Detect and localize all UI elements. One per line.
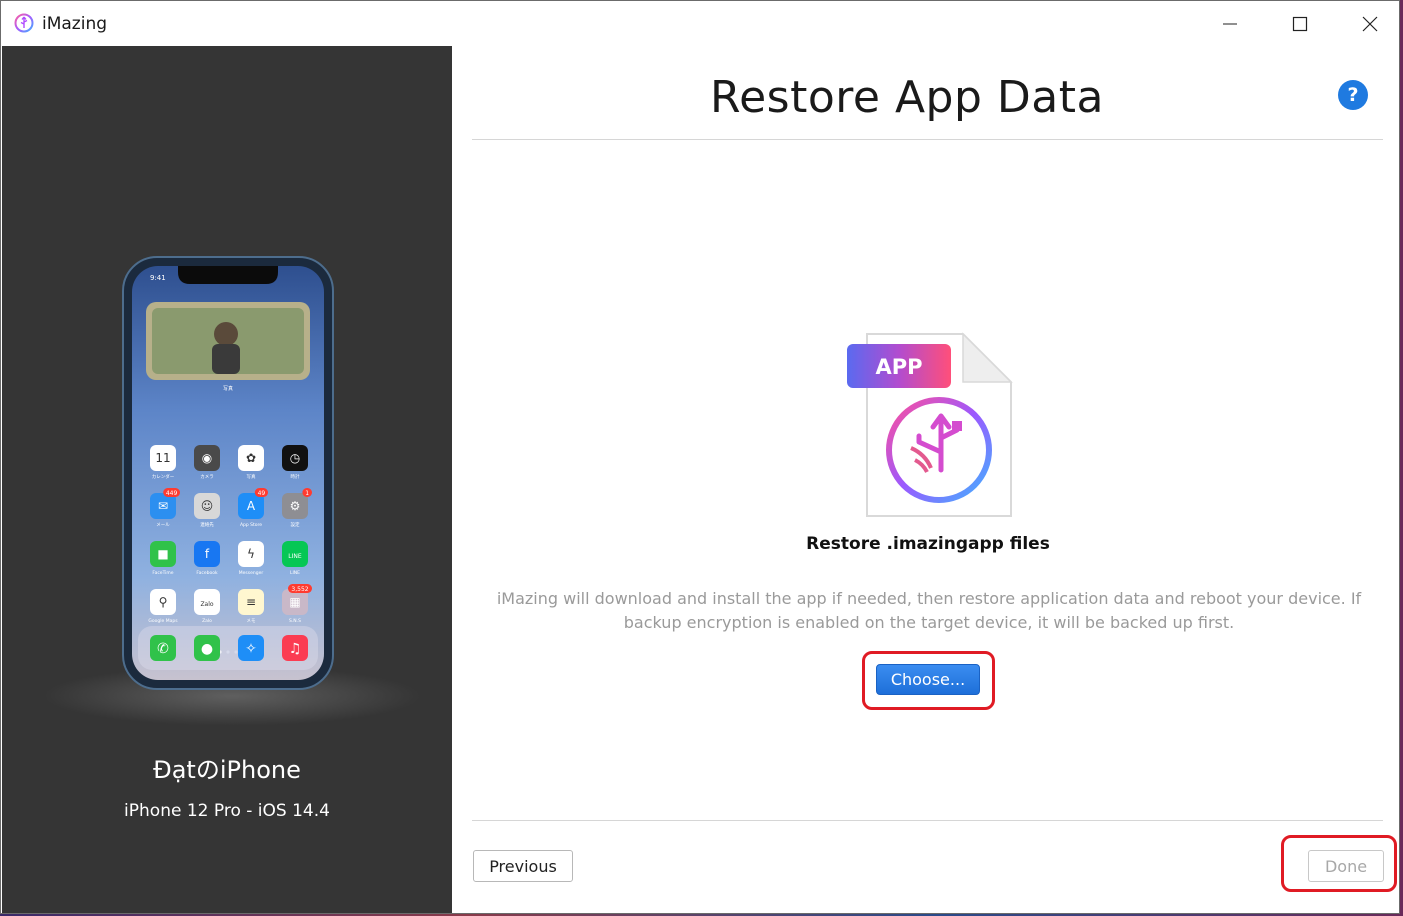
- svg-text:Zalo: Zalo: [200, 601, 213, 608]
- svg-text:▦: ▦: [289, 595, 300, 609]
- page-title: Restore App Data: [710, 72, 1104, 123]
- footer-divider: [472, 820, 1383, 821]
- app-label: LINE: [290, 570, 300, 576]
- app-label: カレンダー: [152, 473, 175, 480]
- help-button[interactable]: ?: [1338, 80, 1368, 110]
- maximize-icon: [1292, 16, 1308, 31]
- svg-text:■: ■: [157, 547, 168, 561]
- svg-text:⚙: ⚙: [290, 499, 301, 513]
- close-button[interactable]: [1335, 1, 1403, 46]
- maximize-button[interactable]: [1265, 1, 1335, 46]
- svg-text:✧: ✧: [245, 641, 257, 657]
- badge-count: 449: [166, 490, 178, 497]
- restore-description: iMazing will download and install the ap…: [496, 589, 1362, 632]
- previous-button[interactable]: Previous: [473, 850, 573, 882]
- svg-text:☺: ☺: [201, 499, 214, 513]
- main-panel: Restore App Data ? APP Restore .imazinga…: [452, 46, 1399, 913]
- svg-text:♫: ♫: [289, 641, 302, 657]
- svg-text:✿: ✿: [246, 451, 256, 465]
- header-divider: [472, 139, 1383, 140]
- app-label: 設定: [291, 521, 300, 528]
- svg-text:11: 11: [155, 451, 170, 465]
- svg-text:⚲: ⚲: [159, 595, 168, 609]
- file-tag-label: APP: [875, 355, 922, 379]
- app-label: 連絡先: [200, 521, 214, 528]
- music-icon: ♫: [282, 635, 308, 661]
- app-label: FaceTime: [152, 570, 173, 576]
- svg-text:◉: ◉: [202, 451, 212, 465]
- app-label: Zalo: [202, 618, 212, 624]
- badge-count: 1: [305, 490, 309, 497]
- close-icon: [1362, 16, 1378, 31]
- svg-text:A: A: [247, 499, 256, 513]
- svg-text:ϟ: ϟ: [247, 547, 255, 561]
- app-label: S.N.S: [289, 618, 301, 624]
- minimize-icon: [1223, 23, 1237, 24]
- badge-count: 49: [258, 490, 266, 497]
- app-label: App Store: [240, 522, 262, 528]
- safari-icon: ✧: [238, 635, 264, 661]
- status-time: 9:41: [150, 274, 166, 282]
- facebook-icon: fFacebook: [194, 541, 220, 576]
- svg-text:✆: ✆: [157, 641, 169, 657]
- device-image: 9:41 写真 11 カレンダー ◉ カメラ ✿ 写真 ◷ 時計 ✉ メール 449 ☺ 連絡先 A App…: [122, 256, 334, 690]
- app-label: 時計: [291, 473, 300, 480]
- title-bar: iMazing: [1, 1, 1399, 46]
- app-label: Messenger: [239, 570, 264, 576]
- calendar-icon: 11 カレンダー: [150, 445, 176, 480]
- app-label: Google Maps: [148, 618, 178, 624]
- imazing-logo-icon: [14, 13, 34, 33]
- app-label: メール: [156, 523, 170, 528]
- svg-text:≡: ≡: [246, 595, 256, 609]
- messages-icon: ●: [194, 635, 220, 661]
- phone-icon: ✆: [150, 635, 176, 661]
- googlemaps-icon: ⚲ Google Maps: [148, 589, 178, 624]
- minimize-button[interactable]: [1195, 1, 1265, 46]
- device-sidebar: 9:41 写真 11 カレンダー ◉ カメラ ✿ 写真 ◷ 時計 ✉ メール 449 ☺ 連絡先 A App…: [2, 46, 452, 913]
- svg-text:LINE: LINE: [288, 553, 302, 560]
- device-model: iPhone 12 Pro - iOS 14.4: [124, 801, 330, 821]
- device-name: ĐạtのiPhone: [153, 756, 301, 784]
- svg-text:●: ●: [201, 641, 213, 657]
- phone-notch: [178, 266, 278, 284]
- app-label: 写真: [247, 473, 256, 480]
- imazingapp-file-icon: APP: [847, 332, 1013, 517]
- badge-count: 3,552: [291, 586, 308, 593]
- svg-text:✉: ✉: [158, 499, 168, 513]
- svg-text:◷: ◷: [290, 451, 301, 465]
- done-highlight-annotation: [1281, 835, 1397, 892]
- app-window: iMazing 9:41 写真 11 カレンダー ◉ カメラ ✿ 写真 ◷ 時計…: [0, 0, 1400, 914]
- window-title: iMazing: [42, 14, 108, 34]
- messenger-icon: ϟ Messenger: [238, 541, 264, 576]
- facetime-icon: ■ FaceTime: [150, 541, 176, 576]
- app-label: カメラ: [200, 474, 214, 480]
- app-label: メモ: [247, 618, 256, 624]
- app-label: Facebook: [196, 570, 218, 576]
- file-caption: Restore .imazingapp files: [806, 534, 1050, 554]
- choose-highlight-annotation: [862, 651, 995, 710]
- widget-label: 写真: [223, 385, 233, 392]
